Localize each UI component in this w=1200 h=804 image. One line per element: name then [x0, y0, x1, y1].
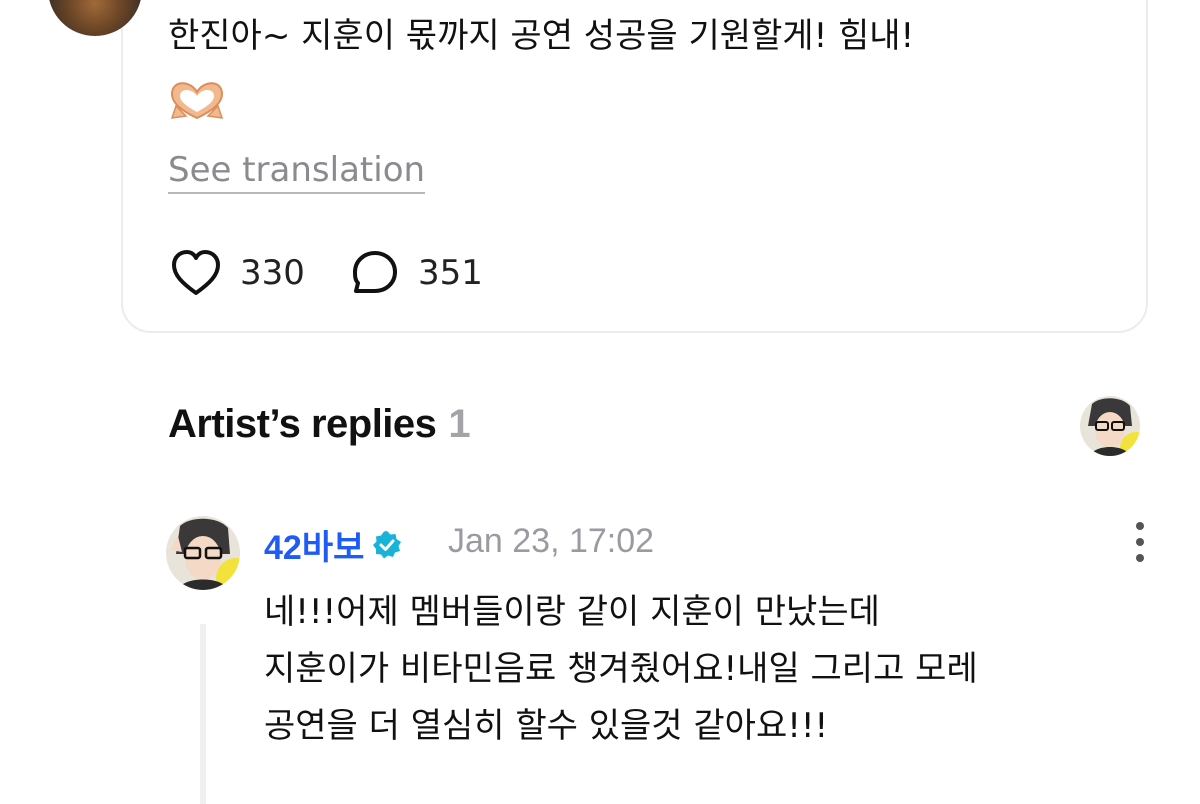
comment-button[interactable]: 351 [350, 248, 483, 298]
artist-photo [1080, 396, 1140, 456]
reply-timestamp: Jan 23, 17:02 [448, 522, 655, 560]
reply-text-line: 지훈이가 비타민음료 챙겨줬어요!내일 그리고 모레 [264, 649, 978, 689]
heart-outline-icon [172, 250, 220, 295]
heart-hands-icon [170, 82, 224, 120]
artist-replies-count: 1 [448, 402, 471, 446]
like-button[interactable]: 330 [170, 248, 305, 298]
artist-avatar-small[interactable] [1080, 396, 1140, 456]
see-translation-link[interactable]: See translation [168, 148, 426, 194]
more-vertical-icon[interactable] [1126, 520, 1154, 564]
reply-author-name[interactable]: 42바보 [264, 520, 402, 569]
reply-author-label: 42바보 [264, 529, 365, 567]
artist-photo [166, 516, 240, 590]
artist-replies-title: Artist’s replies [168, 402, 437, 446]
comment-count: 351 [418, 253, 483, 293]
verified-badge-icon [373, 530, 402, 558]
reply-author-avatar[interactable] [166, 516, 240, 590]
reply-text: 네!!!어제 멤버들이랑 같이 지훈이 만났는데 지훈이가 비타민음료 챙겨줬어… [264, 584, 1164, 755]
post-text: 한진아~ 지훈이 몫까지 공연 성공을 기원할게! 힘내! [168, 16, 915, 56]
reply-text-line: 네!!!어제 멤버들이랑 같이 지훈이 만났는데 [264, 592, 880, 632]
reply-text-line: 공연을 더 열심히 할수 있을것 같아요!!! [264, 706, 829, 746]
speech-bubble-icon [353, 251, 397, 293]
reply-thread-line [200, 624, 206, 804]
like-count: 330 [240, 253, 305, 293]
artist-replies-heading: Artist’s replies 1 [168, 402, 471, 447]
